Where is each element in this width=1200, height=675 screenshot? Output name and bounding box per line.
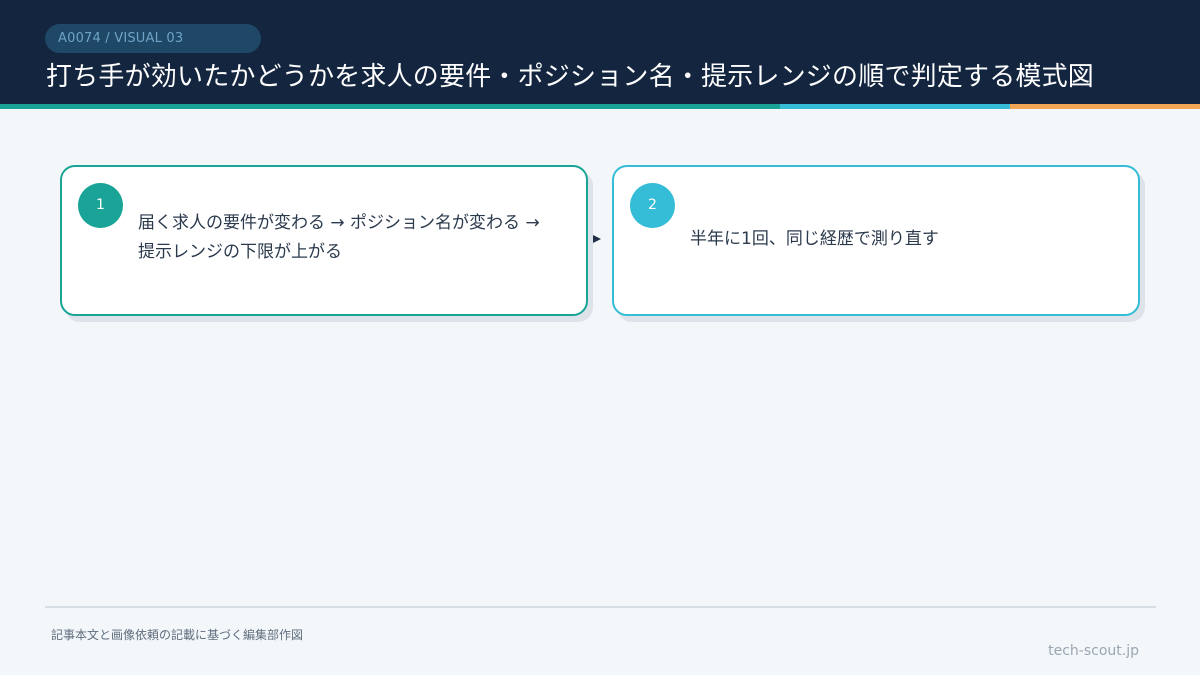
visual-tag: A0074 / VISUAL 03: [58, 31, 184, 46]
accent-bar-cyan: [780, 104, 1010, 109]
step-connector-arrow-icon: [593, 235, 601, 243]
footer-note: 記事本文と画像依頼の記載に基づく編集部作図: [51, 628, 304, 642]
site-name: tech-scout.jp: [1048, 643, 1139, 659]
footer-divider: [45, 606, 1156, 608]
accent-bar-teal: [0, 104, 780, 109]
step-1-text: 届く求人の要件が変わる → ポジション名が変わる → 提示レンジの下限が上がる: [138, 209, 540, 267]
page-title: 打ち手が効いたかどうかを求人の要件・ポジション名・提示レンジの順で判定する模式図: [46, 62, 1095, 92]
step-1-number-badge: 1: [78, 183, 123, 228]
step-2-number-badge: 2: [630, 183, 675, 228]
step-2-card: 2 半年に1回、同じ経歴で測り直す: [612, 165, 1140, 316]
step-1-card: 1 届く求人の要件が変わる → ポジション名が変わる → 提示レンジの下限が上が…: [60, 165, 588, 316]
step-1-line-2: 提示レンジの下限が上がる: [138, 242, 342, 262]
accent-bar-orange: [1010, 104, 1200, 109]
step-1-line-1: 届く求人の要件が変わる → ポジション名が変わる →: [138, 213, 540, 233]
step-2-text: 半年に1回、同じ経歴で測り直す: [690, 229, 939, 249]
